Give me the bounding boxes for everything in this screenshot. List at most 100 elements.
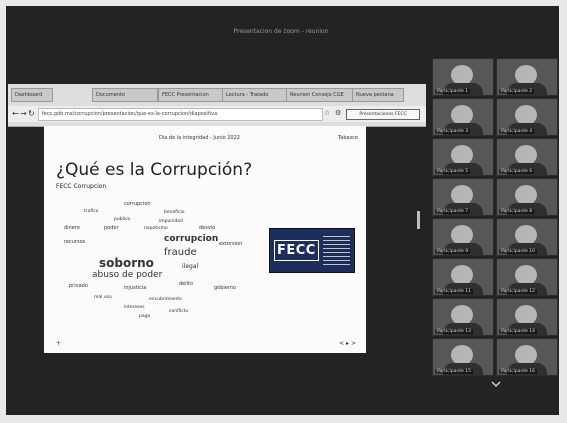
cloud-word: gobierno: [214, 285, 237, 291]
arrow-left-icon[interactable]: ←: [12, 109, 19, 118]
participant-tile[interactable]: Participante 5: [432, 138, 494, 176]
shared-browser-window: Dashboard Documento FECC Presentacion Le…: [8, 84, 426, 127]
tab-4[interactable]: Reunion Consejo CGE: [286, 88, 354, 102]
participant-tile[interactable]: Participante 1: [432, 58, 494, 96]
cloud-word: injusticia: [124, 285, 147, 291]
address-bar: ← → ↻ fecc.gob.mx/corrupcion/presentacio…: [8, 106, 426, 122]
cloud-word: fraude: [164, 247, 197, 258]
participant-tile[interactable]: Participante 11: [432, 258, 494, 296]
tab-0[interactable]: Dashboard: [11, 88, 53, 102]
cloud-word: delito: [179, 281, 194, 287]
cloud-word: beneficio: [164, 210, 185, 215]
participant-tile[interactable]: Participante 10: [496, 218, 558, 256]
arrow-right-icon[interactable]: →: [20, 109, 27, 118]
cloud-word: desvio: [199, 225, 216, 231]
cloud-word: poder: [104, 225, 119, 231]
tab-2[interactable]: FECC Presentacion: [158, 88, 224, 102]
slide-title: ¿Qué es la Corrupción?: [56, 160, 253, 180]
participant-video: [515, 65, 537, 85]
participant-video: [515, 145, 537, 165]
fecc-logo: FECC: [269, 228, 355, 273]
participant-name: Participante 7: [435, 209, 471, 214]
cloud-word: ilegal: [182, 263, 199, 270]
tab-strip: Dashboard Documento FECC Presentacion Le…: [8, 88, 426, 102]
participant-tile[interactable]: Participante 15: [432, 338, 494, 376]
participant-tile[interactable]: Participante 9: [432, 218, 494, 256]
participant-name: Participante 1: [435, 89, 471, 94]
participant-tile[interactable]: Participante 3: [432, 98, 494, 136]
participant-video: [451, 225, 473, 245]
participant-name: Participante 16: [499, 369, 538, 374]
participant-name: Participante 8: [499, 209, 535, 214]
cloud-word: recursos: [64, 239, 86, 245]
star-icon[interactable]: ☆: [324, 109, 330, 117]
participant-video: [515, 225, 537, 245]
participant-tile[interactable]: Participante 6: [496, 138, 558, 176]
word-cloud: corrupcion trafico beneficio publico imp…: [64, 201, 274, 321]
logo-text: FECC: [274, 240, 319, 261]
participant-name: Participante 3: [435, 129, 471, 134]
cloud-word: impunidad: [159, 219, 183, 224]
panel-resize-handle[interactable]: [417, 211, 420, 229]
cloud-word: soborno: [99, 256, 154, 270]
puzzle-icon[interactable]: ⚙: [335, 109, 341, 117]
participant-tile[interactable]: Participante 16: [496, 338, 558, 376]
participant-name: Participante 5: [435, 169, 471, 174]
slide-subtitle: FECC Corrupcion: [56, 183, 107, 190]
participant-tile[interactable]: Participante 4: [496, 98, 558, 136]
participant-tile[interactable]: Participante 14: [496, 298, 558, 336]
cloud-word: mal uso: [94, 295, 112, 300]
logo-tagline: [322, 235, 350, 266]
participant-name: Participante 10: [499, 249, 538, 254]
tab-5[interactable]: Nueva pestana: [352, 88, 404, 102]
cloud-word: intereses: [124, 305, 145, 310]
participant-video: [451, 65, 473, 85]
participant-video: [515, 265, 537, 285]
tab-1[interactable]: Documento: [92, 88, 158, 102]
cloud-word: trafico: [84, 209, 99, 214]
participant-video: [515, 345, 537, 365]
participant-name: Participante 15: [435, 369, 474, 374]
reload-icon[interactable]: ↻: [28, 109, 35, 118]
cloud-word: corrupcion: [124, 201, 151, 207]
participant-name: Participante 11: [435, 289, 474, 294]
participant-name: Participante 4: [499, 129, 535, 134]
meeting-window: Presentacion de zoom - reunion Dashboard…: [6, 6, 559, 415]
slide-footer-left: +: [56, 340, 62, 347]
slide-header: Dia de la integridad - Junio 2022: [159, 135, 240, 141]
participant-video: [451, 345, 473, 365]
participant-tile[interactable]: Participante 2: [496, 58, 558, 96]
cloud-word: extorsion: [219, 241, 243, 247]
participant-name: Participante 2: [499, 89, 535, 94]
participant-video: [515, 105, 537, 125]
slide-navigation[interactable]: < ▸ >: [339, 340, 356, 347]
participant-tile[interactable]: Participante 13: [432, 298, 494, 336]
participant-gallery: Participante 1 Participante 2 Participante…: [432, 58, 558, 376]
participant-name: Participante 9: [435, 249, 471, 254]
presentation-slide: Dia de la integridad - Junio 2022 Tabasc…: [44, 126, 366, 353]
cloud-word: abuso de poder: [92, 270, 163, 280]
participant-video: [515, 185, 537, 205]
participant-tile[interactable]: Participante 8: [496, 178, 558, 216]
account-button[interactable]: Presentaciones FECC: [346, 109, 420, 120]
cloud-word: pago: [139, 314, 151, 319]
cloud-word: dinero: [64, 225, 80, 231]
participant-video: [451, 185, 473, 205]
participant-video: [451, 305, 473, 325]
cloud-word: publico: [114, 217, 131, 222]
tab-3[interactable]: Lectura - Tratado: [222, 88, 288, 102]
chevron-down-icon[interactable]: [490, 378, 502, 390]
participant-video: [451, 265, 473, 285]
slide-header-right: Tabasco: [338, 135, 358, 141]
cloud-word: conflicto: [169, 309, 189, 314]
participant-name: Participante 6: [499, 169, 535, 174]
url-field[interactable]: fecc.gob.mx/corrupcion/presentacion/que-…: [38, 108, 323, 121]
participant-name: Participante 14: [499, 329, 538, 334]
participant-video: [451, 145, 473, 165]
participant-name: Participante 13: [435, 329, 474, 334]
cloud-word: encubrimiento: [149, 297, 182, 302]
cloud-word: corrupcion: [164, 234, 219, 244]
meeting-title: Presentacion de zoom - reunion: [233, 28, 329, 35]
participant-tile[interactable]: Participante 12: [496, 258, 558, 296]
participant-tile[interactable]: Participante 7: [432, 178, 494, 216]
